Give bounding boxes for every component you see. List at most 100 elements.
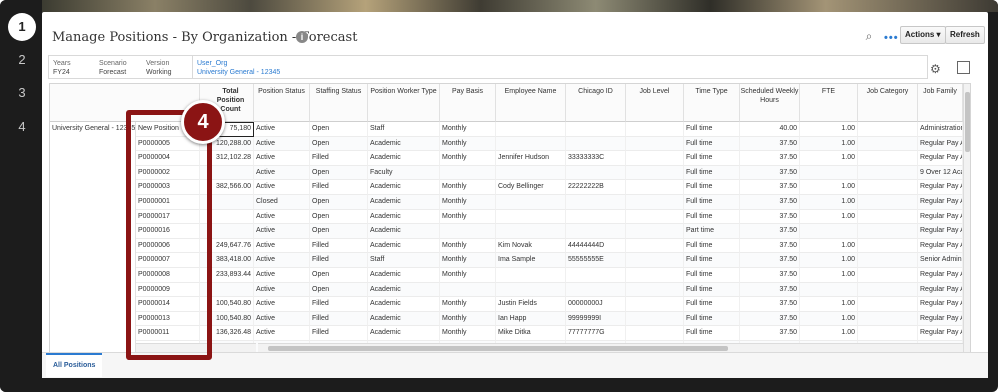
table-cell[interactable] (858, 238, 918, 254)
table-cell[interactable]: Jennifer Hudson (496, 151, 566, 166)
table-cell[interactable] (496, 195, 566, 210)
pov-version[interactable]: Version Working (146, 59, 172, 77)
column-header[interactable]: Job Family (918, 84, 963, 122)
table-cell[interactable] (626, 253, 684, 268)
table-cell[interactable] (858, 268, 918, 283)
table-cell[interactable]: Academic (368, 209, 440, 225)
column-header[interactable]: Position Status (254, 84, 310, 122)
table-cell[interactable]: 100,540.80 (200, 297, 254, 312)
table-cell[interactable]: Active (254, 209, 310, 225)
table-cell[interactable] (566, 224, 626, 239)
table-cell[interactable] (566, 282, 626, 298)
table-cell[interactable]: Monthly (440, 253, 496, 268)
table-cell[interactable] (566, 136, 626, 152)
table-cell[interactable]: Full time (684, 209, 740, 225)
position-id-cell[interactable]: P0000001 (136, 195, 200, 210)
scroll-thumb[interactable] (268, 346, 728, 351)
table-cell[interactable]: Open (310, 165, 368, 181)
column-header[interactable]: Time Type (684, 84, 740, 122)
table-cell[interactable] (626, 268, 684, 283)
table-cell[interactable]: Academic (368, 268, 440, 283)
table-cell[interactable]: Academic (368, 238, 440, 254)
table-cell[interactable]: Active (254, 297, 310, 312)
table-cell[interactable]: 37.50 (740, 297, 800, 312)
table-cell[interactable]: Open (310, 282, 368, 298)
table-cell[interactable]: Regular Pay Aca (918, 180, 963, 195)
table-cell[interactable]: 1.00 (800, 136, 858, 152)
table-cell[interactable]: Academic (368, 151, 440, 166)
table-cell[interactable] (496, 136, 566, 152)
column-header[interactable]: Pay Basis (440, 84, 496, 122)
table-cell[interactable]: 22222222B (566, 180, 626, 195)
table-cell[interactable] (566, 165, 626, 181)
position-id-cell[interactable]: P0000003 (136, 180, 200, 195)
column-header[interactable]: Job Category (858, 84, 918, 122)
table-cell[interactable]: Open (310, 136, 368, 152)
table-cell[interactable]: Staff (368, 122, 440, 137)
table-cell[interactable] (626, 297, 684, 312)
table-cell[interactable] (800, 282, 858, 298)
table-cell[interactable]: Active (254, 238, 310, 254)
table-cell[interactable]: 1.00 (800, 297, 858, 312)
table-cell[interactable]: Regular Pay Aca (918, 268, 963, 283)
position-id-cell[interactable]: P0000008 (136, 268, 200, 283)
table-cell[interactable]: 99999999I (566, 311, 626, 327)
position-id-cell[interactable]: P0000007 (136, 253, 200, 268)
refresh-button[interactable]: Refresh (945, 26, 985, 44)
table-cell[interactable]: Open (310, 224, 368, 239)
table-cell[interactable] (200, 165, 254, 181)
column-header[interactable]: Position Worker Type (368, 84, 440, 122)
table-cell[interactable]: Active (254, 253, 310, 268)
table-cell[interactable]: 77777777G (566, 326, 626, 341)
table-cell[interactable] (496, 224, 566, 239)
table-cell[interactable] (858, 209, 918, 225)
table-cell[interactable]: Monthly (440, 180, 496, 195)
table-cell[interactable]: Academic (368, 195, 440, 210)
table-cell[interactable]: Academic (368, 136, 440, 152)
table-cell[interactable]: Full time (684, 165, 740, 181)
table-cell[interactable]: 383,418.00 (200, 253, 254, 268)
table-cell[interactable] (858, 224, 918, 239)
table-cell[interactable]: Active (254, 268, 310, 283)
table-cell[interactable]: 1.00 (800, 326, 858, 341)
table-cell[interactable]: 1.00 (800, 151, 858, 166)
table-cell[interactable]: Senior Administ (918, 253, 963, 268)
table-cell[interactable]: Filled (310, 297, 368, 312)
row-entity-label[interactable]: University General - 12345 (50, 122, 136, 137)
table-cell[interactable]: Academic (368, 311, 440, 327)
table-cell[interactable]: Open (310, 195, 368, 210)
tab-all-positions[interactable]: All Positions (46, 353, 103, 377)
table-cell[interactable]: Filled (310, 311, 368, 327)
table-cell[interactable]: 37.50 (740, 209, 800, 225)
table-cell[interactable] (200, 209, 254, 225)
table-cell[interactable]: 55555555E (566, 253, 626, 268)
table-cell[interactable] (800, 165, 858, 181)
table-cell[interactable]: Active (254, 311, 310, 327)
table-cell[interactable]: Kim Novak (496, 238, 566, 254)
table-cell[interactable] (626, 311, 684, 327)
step-4[interactable]: 4 (4, 113, 40, 141)
table-cell[interactable]: Academic (368, 297, 440, 312)
table-cell[interactable] (440, 282, 496, 298)
table-cell[interactable]: 44444444D (566, 238, 626, 254)
table-cell[interactable] (858, 253, 918, 268)
table-cell[interactable]: Ian Happ (496, 311, 566, 327)
table-cell[interactable] (626, 238, 684, 254)
table-cell[interactable]: 37.50 (740, 151, 800, 166)
table-cell[interactable] (440, 165, 496, 181)
table-cell[interactable]: 1.00 (800, 195, 858, 210)
column-header[interactable]: Job Level (626, 84, 684, 122)
table-cell[interactable] (858, 151, 918, 166)
table-cell[interactable] (496, 122, 566, 137)
table-cell[interactable] (566, 195, 626, 210)
table-cell[interactable] (496, 282, 566, 298)
table-cell[interactable]: Full time (684, 253, 740, 268)
table-cell[interactable]: 37.50 (740, 165, 800, 181)
column-header[interactable]: Scheduled Weekly Hours (740, 84, 800, 122)
table-cell[interactable]: Monthly (440, 151, 496, 166)
table-cell[interactable]: Monthly (440, 311, 496, 327)
table-cell[interactable]: Monthly (440, 209, 496, 225)
table-cell[interactable] (626, 195, 684, 210)
table-cell[interactable] (626, 165, 684, 181)
table-cell[interactable]: Full time (684, 136, 740, 152)
